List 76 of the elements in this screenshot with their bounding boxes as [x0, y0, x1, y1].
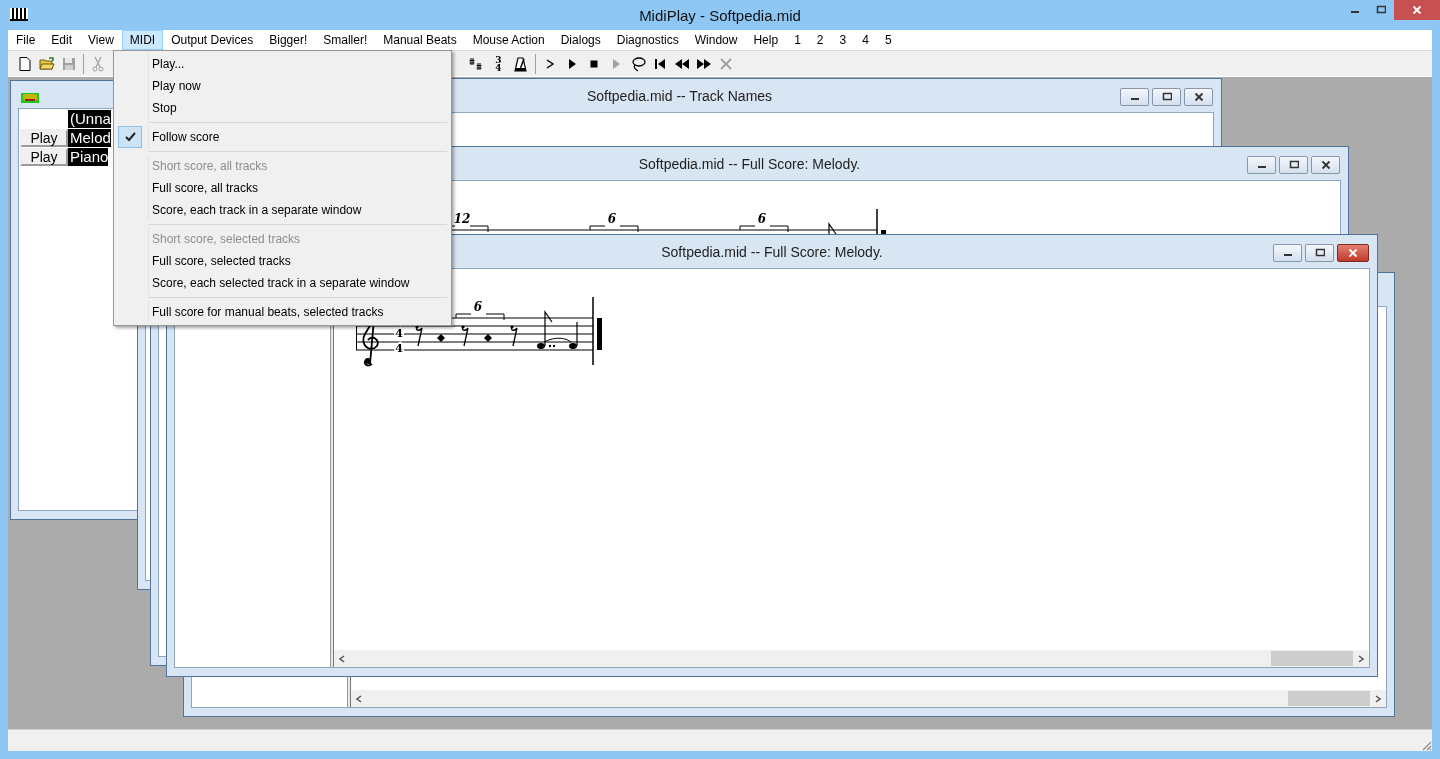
scroll-left-icon[interactable]	[355, 694, 363, 703]
close-icon	[1412, 5, 1422, 15]
menu-item[interactable]: Manual Beats	[375, 30, 465, 50]
menu-item[interactable]: Stop	[148, 97, 449, 119]
window-title: Softpedia.mid -- Full Score: Melody.	[661, 243, 883, 260]
menu-item[interactable]: File	[8, 30, 44, 50]
minimize-button[interactable]	[1247, 156, 1276, 174]
scroll-right-icon[interactable]	[1374, 694, 1382, 703]
scroll-right-icon[interactable]	[1357, 654, 1365, 663]
menu-item[interactable]: 1	[786, 30, 809, 50]
metronome-icon[interactable]	[513, 55, 529, 72]
maximize-button[interactable]	[1279, 156, 1308, 174]
tuplet-number: 6	[473, 300, 483, 314]
scrollbar-thumb[interactable]	[1271, 651, 1353, 666]
menu-item[interactable]: Play now	[148, 75, 449, 97]
track-name[interactable]: (Unna	[68, 110, 111, 128]
time-signature-button[interactable]: 3 4	[487, 52, 510, 75]
close-button[interactable]	[1184, 88, 1213, 106]
menu-item[interactable]: Follow score	[148, 126, 449, 148]
document-icon[interactable]	[17, 55, 33, 72]
sharp-signs-icon[interactable]	[468, 55, 484, 72]
time-signature: 4	[395, 342, 403, 355]
minimize-button[interactable]	[1120, 88, 1149, 106]
menu-item[interactable]: Window	[686, 30, 746, 50]
menu-item[interactable]: Score, each selected track in a separate window	[148, 272, 449, 294]
folder-icon[interactable]	[39, 55, 55, 72]
tuplet-number: 6	[607, 212, 617, 226]
menu-item[interactable]: 4	[854, 30, 877, 50]
close-icon	[1193, 92, 1204, 102]
tuplet-number: 12	[453, 212, 471, 226]
horizontal-scrollbar[interactable]	[351, 690, 1386, 707]
menu-item[interactable]: Bigger!	[261, 30, 316, 50]
maximize-icon	[1376, 5, 1386, 15]
resize-grip-icon[interactable]	[1421, 740, 1432, 751]
minimize-button[interactable]	[1273, 244, 1302, 262]
menu-item[interactable]: 3	[831, 30, 855, 50]
menu-item[interactable]: Diagnostics	[608, 30, 687, 50]
window-title: Softpedia.mid -- Full Score: Melody.	[638, 155, 861, 172]
menu-item[interactable]: Full score, all tracks	[148, 177, 449, 199]
menu-item[interactable]: View	[80, 30, 122, 50]
tuplet-number: 6	[757, 212, 767, 226]
horizontal-scrollbar[interactable]	[334, 650, 1369, 667]
play-button[interactable]: Play	[20, 148, 68, 166]
maximize-button[interactable]	[1305, 244, 1334, 262]
scroll-left-icon[interactable]	[338, 654, 346, 663]
menu-item[interactable]: Smaller!	[315, 30, 376, 50]
menu-item[interactable]: Full score for manual beats, selected tracks	[148, 301, 449, 323]
time-signature: 4	[395, 327, 403, 340]
menu-item[interactable]: 2	[808, 30, 832, 50]
maximize-icon	[1314, 248, 1325, 258]
menu-item[interactable]: MIDI	[121, 30, 164, 50]
menu-item[interactable]: 5	[876, 30, 900, 50]
menu-item[interactable]: Edit	[43, 30, 81, 50]
maximize-icon	[1161, 92, 1172, 102]
close-button[interactable]	[1311, 156, 1340, 174]
play-button[interactable]: Play	[20, 129, 68, 147]
close-button[interactable]	[1337, 244, 1369, 262]
close-icon	[1348, 248, 1358, 258]
track-name[interactable]: Melod	[68, 129, 111, 147]
menu-item[interactable]: Output Devices	[163, 30, 262, 50]
menu-item[interactable]: Full score, selected tracks	[148, 250, 449, 272]
maximize-icon	[1288, 160, 1299, 170]
window-icon[interactable]	[21, 92, 39, 103]
window-title: MidiPlay - Softpedia.mid	[639, 6, 801, 24]
menu-item[interactable]: Score, each track in a separate window	[148, 199, 449, 221]
menu-item[interactable]: Dialogs	[552, 30, 609, 50]
close-icon	[1320, 160, 1331, 170]
lasso-icon[interactable]	[630, 55, 646, 72]
menu-item[interactable]: Mouse Action	[464, 30, 553, 50]
menu-item[interactable]: Play...	[148, 53, 449, 75]
maximize-button[interactable]	[1152, 88, 1181, 106]
menu-item[interactable]: Help	[745, 30, 787, 50]
window-title: Softpedia.mid -- Track Names	[586, 87, 773, 104]
scrollbar-thumb[interactable]	[1288, 691, 1370, 706]
track-name[interactable]: Piano	[68, 148, 109, 166]
app-icon[interactable]	[10, 8, 28, 21]
